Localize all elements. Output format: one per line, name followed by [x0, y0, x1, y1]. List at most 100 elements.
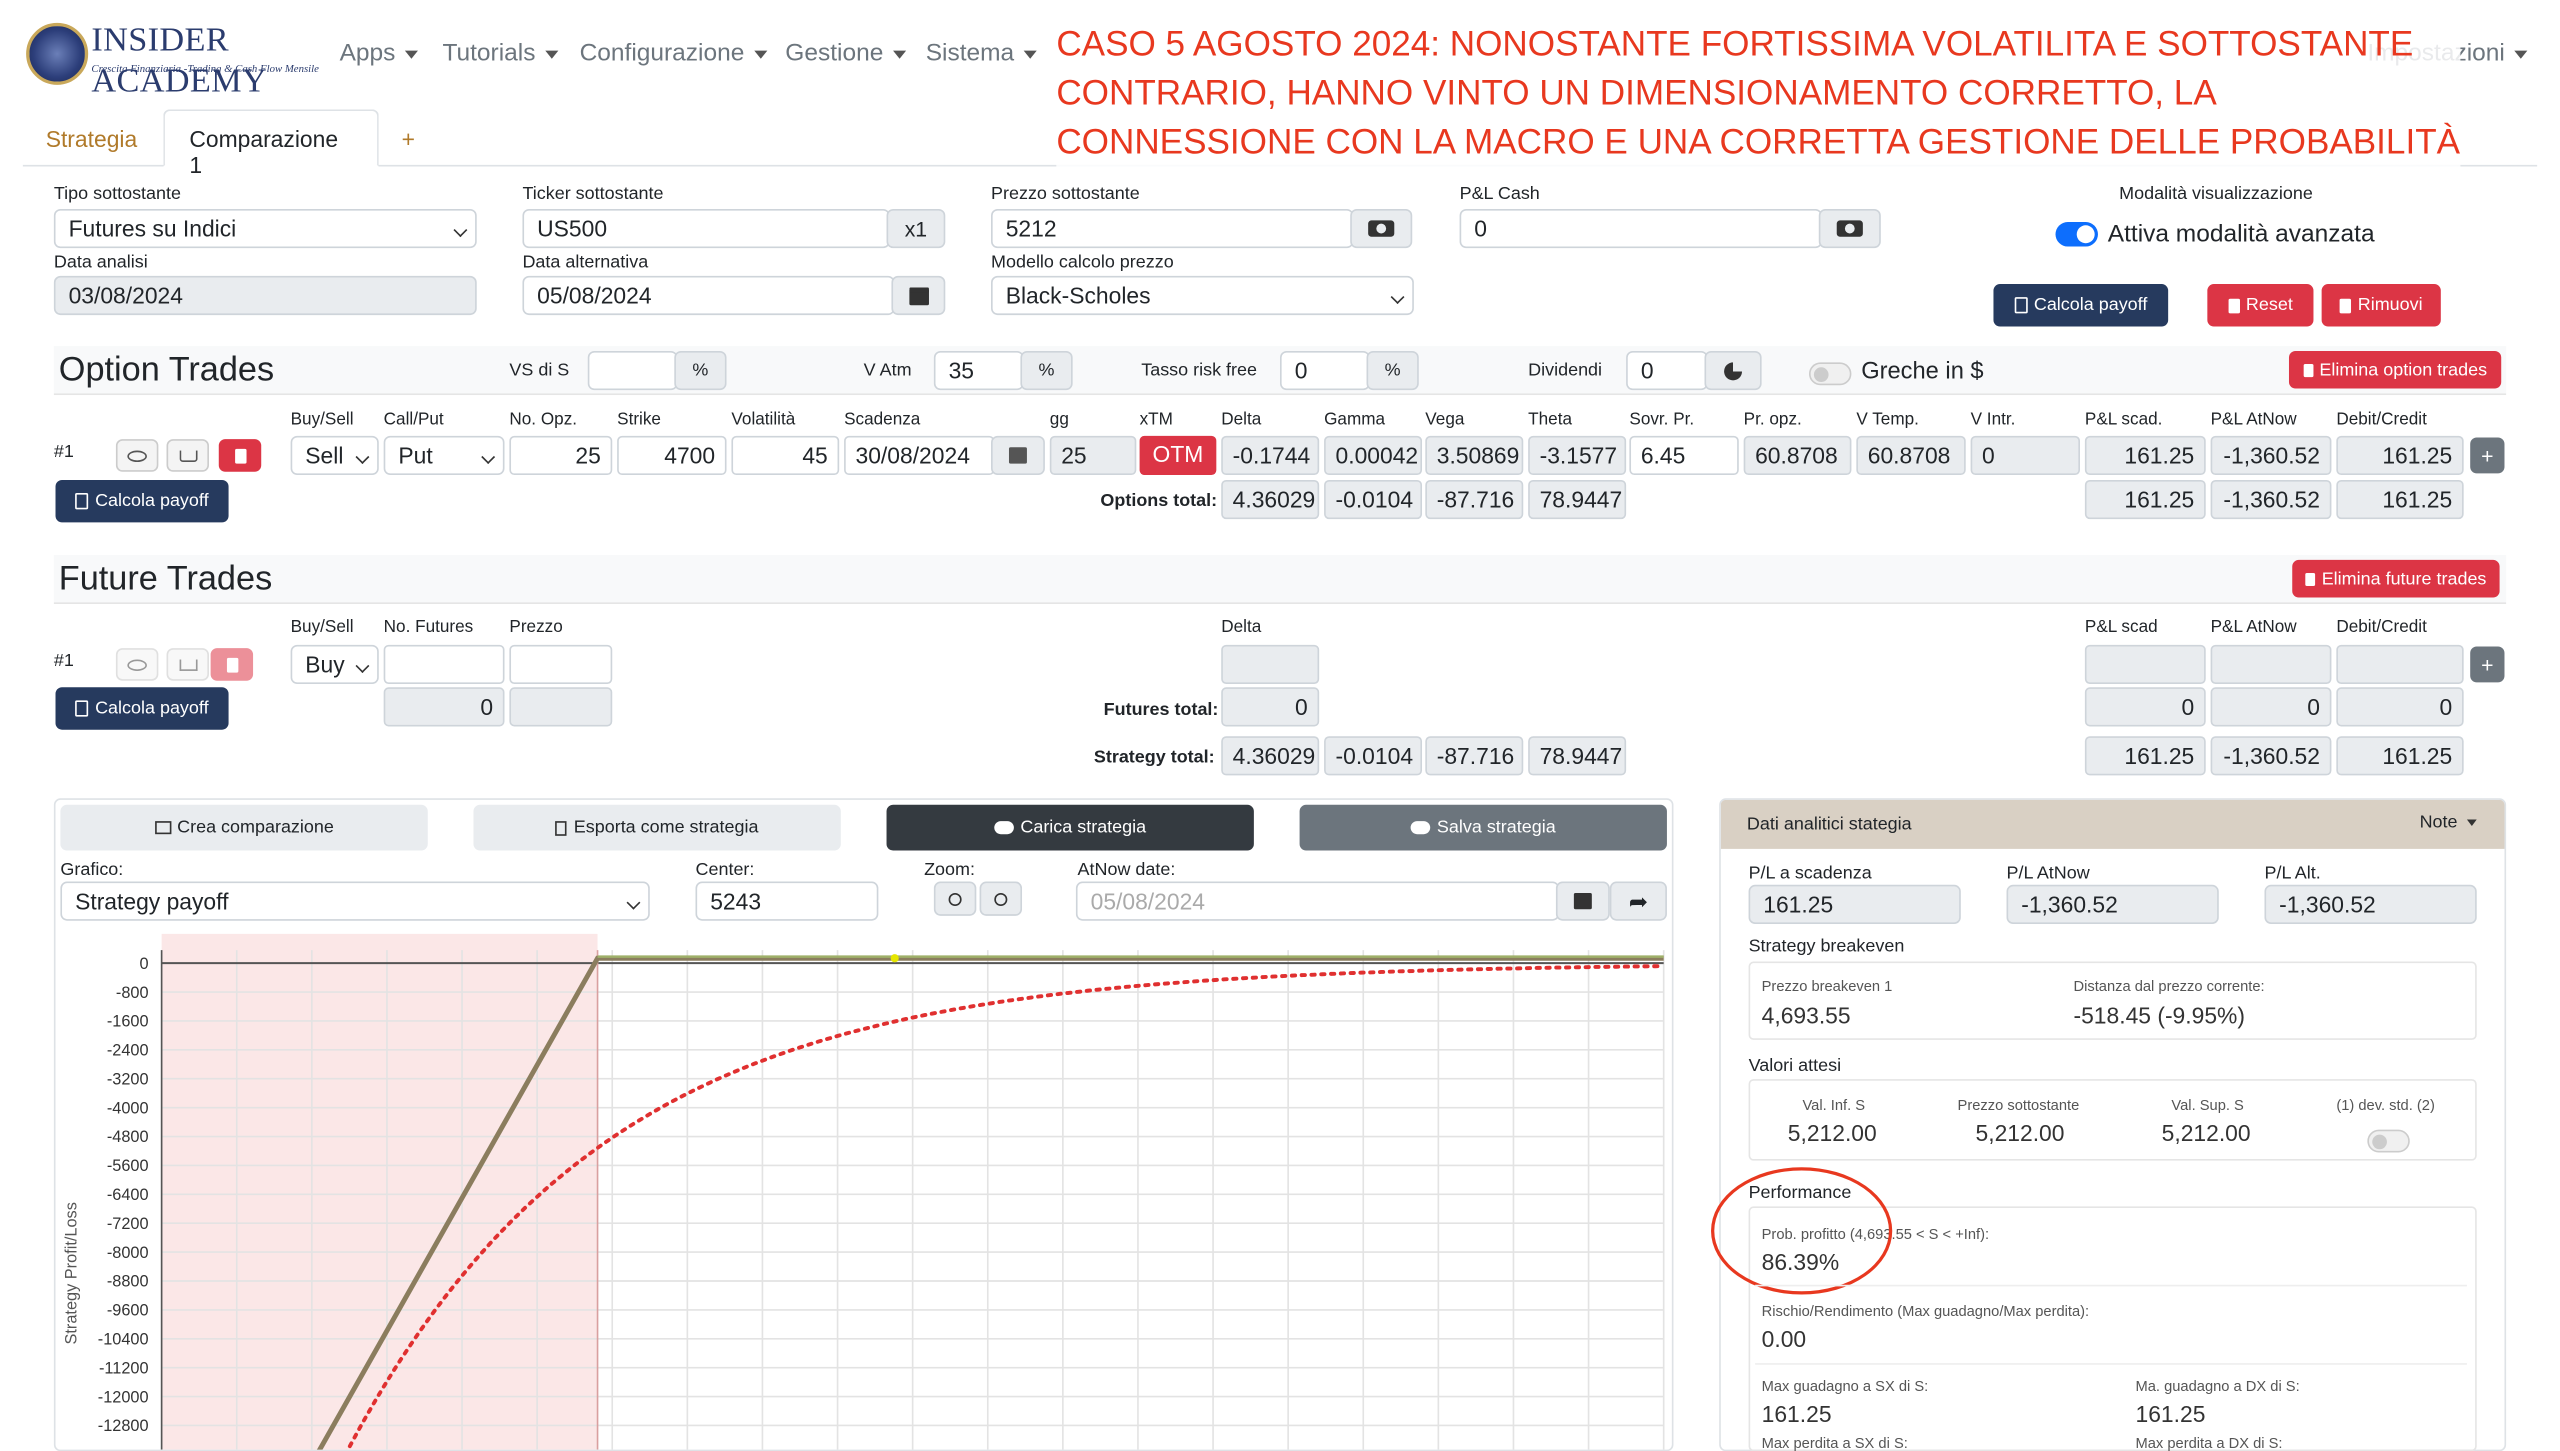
- loss-region: [161, 933, 598, 1450]
- calcola-payoff-futures-button[interactable]: Calcola payoff: [55, 687, 229, 730]
- tasso-percent-button[interactable]: %: [1366, 350, 1419, 391]
- atnow-input[interactable]: 05/08/2024: [1075, 881, 1560, 921]
- salva-strategia-button[interactable]: Salva strategia: [1299, 804, 1667, 851]
- nav-sistema[interactable]: Sistema: [926, 39, 1038, 67]
- buysell-select[interactable]: Sell: [290, 435, 379, 476]
- fut-delete-button[interactable]: [210, 648, 254, 681]
- nav-tutorials[interactable]: Tutorials: [442, 39, 559, 67]
- crea-comparazione-button[interactable]: Crea comparazione: [60, 804, 428, 851]
- callput-select[interactable]: Put: [383, 435, 505, 476]
- calendar-button[interactable]: [891, 275, 946, 316]
- tasso-input[interactable]: 0: [1279, 350, 1370, 391]
- zoom-in-button[interactable]: [933, 881, 977, 916]
- fut-buysell-select[interactable]: Buy: [290, 644, 379, 685]
- zoom-out-icon: [994, 892, 1008, 906]
- payoff-chart[interactable]: 0 -800 -1600 -2400 -3200 -4000 -4800 -5600 -6400…: [54, 933, 1674, 1450]
- dividendi-chart-button[interactable]: [1704, 350, 1762, 391]
- dividendi-input[interactable]: 0: [1626, 350, 1708, 391]
- fut-view-button[interactable]: [115, 648, 159, 681]
- delete-row-button[interactable]: [218, 439, 262, 472]
- rimuovi-button[interactable]: Rimuovi: [2321, 284, 2441, 327]
- nav-gestione[interactable]: Gestione: [785, 39, 907, 67]
- data-analisi-input[interactable]: 03/08/2024: [53, 275, 477, 316]
- pl-cash-label: P&L Cash: [1459, 184, 1540, 205]
- col-buysell: Buy/Sell: [290, 409, 354, 430]
- atnow-label: AtNow date:: [1077, 860, 1176, 880]
- elimina-option-trades-button[interactable]: Elimina option trades: [2288, 350, 2502, 389]
- vatm-label: V Atm: [863, 360, 912, 381]
- add-option-row-button[interactable]: +: [2470, 437, 2505, 474]
- current-price-marker: [890, 954, 899, 963]
- sovr-input[interactable]: 6.45: [1629, 435, 1739, 476]
- y-tick-label: -1600: [107, 1013, 149, 1031]
- scadenza-input[interactable]: 30/08/2024: [844, 435, 995, 476]
- modello-select[interactable]: Black-Scholes: [991, 275, 1414, 316]
- fut-col-prezzo: Prezzo: [509, 617, 563, 637]
- ticker-input[interactable]: US500: [522, 208, 890, 249]
- gg-value: 25: [1049, 435, 1137, 476]
- greche-label: Greche in $: [1861, 359, 1984, 386]
- calcola-payoff-top-button[interactable]: Calcola payoff: [1993, 284, 2169, 327]
- add-future-row-button[interactable]: +: [2470, 646, 2505, 683]
- scadenza-calendar-button[interactable]: [991, 435, 1045, 476]
- pl-cash-input[interactable]: 0: [1459, 208, 1823, 249]
- y-tick-label: -12800: [98, 1417, 149, 1435]
- trash-icon: [2303, 363, 2313, 377]
- cart-button[interactable]: [166, 439, 209, 472]
- logo[interactable]: INSIDER ACADEMY Crescita Finanziaria -Tr…: [26, 20, 336, 100]
- data-alt-input[interactable]: 05/08/2024: [522, 275, 895, 316]
- y-tick-label: -5600: [107, 1157, 149, 1175]
- nav-apps[interactable]: Apps: [340, 39, 419, 67]
- vs-percent-button[interactable]: %: [674, 350, 727, 391]
- propz-value: 60.8708: [1743, 435, 1852, 476]
- center-input[interactable]: 5243: [695, 881, 879, 921]
- tab-add-button[interactable]: +: [402, 126, 415, 152]
- vatm-input[interactable]: 35: [933, 350, 1024, 391]
- strike-input[interactable]: 4700: [617, 435, 727, 476]
- nav-configurazione[interactable]: Configurazione: [580, 39, 768, 67]
- prezzo-cash-button[interactable]: [1350, 208, 1413, 249]
- options-total-platnow: -1,360.52: [2210, 479, 2332, 520]
- col-theta: Theta: [1528, 409, 1573, 430]
- y-tick-label: -8800: [107, 1273, 149, 1291]
- tipo-select[interactable]: Futures su Indici: [53, 208, 477, 249]
- no-opz-input[interactable]: 25: [509, 435, 613, 476]
- cart-icon: [178, 449, 197, 462]
- reset-button[interactable]: Reset: [2207, 284, 2314, 327]
- fut-cart-button[interactable]: [166, 648, 209, 681]
- volatilita-input[interactable]: 45: [731, 435, 840, 476]
- esporta-strategia-button[interactable]: Esporta come strategia: [473, 804, 841, 851]
- col-gg: gg: [1049, 409, 1069, 430]
- pl-cash-button[interactable]: [1818, 208, 1881, 249]
- fut-no-input[interactable]: [383, 644, 505, 685]
- dev-std-toggle[interactable]: [2367, 1129, 2410, 1153]
- y-tick-label: -10400: [98, 1331, 149, 1349]
- atnow-forward-button[interactable]: ➦: [1609, 881, 1667, 921]
- carica-strategia-button[interactable]: Carica strategia: [886, 804, 1254, 851]
- vs-input[interactable]: [587, 350, 678, 391]
- prezzo-input[interactable]: 5212: [991, 208, 1354, 249]
- greche-toggle[interactable]: [1808, 362, 1852, 386]
- cloud-upload-icon: [994, 821, 1014, 835]
- calculator-icon: [75, 700, 89, 717]
- max-perdita-dx-label: Max perdita a DX di S:: [2135, 1434, 2283, 1451]
- valori-attesi-title: Valori attesi: [1748, 1056, 1842, 1076]
- advanced-mode-toggle[interactable]: [2055, 222, 2098, 247]
- vs-label: VS di S: [509, 360, 570, 381]
- calcola-payoff-options-button[interactable]: Calcola payoff: [55, 479, 229, 523]
- atnow-calendar-button[interactable]: [1555, 881, 1610, 921]
- note-dropdown[interactable]: Note: [2420, 813, 2478, 833]
- vatm-percent-button[interactable]: %: [1020, 350, 1073, 391]
- val-sup-value: 5,212.00: [2161, 1119, 2251, 1146]
- calendar-icon: [908, 286, 929, 305]
- elimina-future-trades-button[interactable]: Elimina future trades: [2292, 559, 2500, 598]
- tab-strategia[interactable]: Strategia: [46, 126, 138, 152]
- fut-prezzo-input[interactable]: [509, 644, 613, 685]
- future-trades-title: Future Trades: [58, 559, 273, 598]
- zoom-out-button[interactable]: [979, 881, 1023, 916]
- tab-comparazione-1[interactable]: Comparazione 1: [163, 109, 379, 178]
- trash-icon: [2339, 297, 2352, 313]
- prezzo-sott-value: 5,212.00: [1975, 1119, 2065, 1146]
- grafico-select[interactable]: Strategy payoff: [60, 881, 650, 921]
- view-button[interactable]: [115, 439, 159, 472]
